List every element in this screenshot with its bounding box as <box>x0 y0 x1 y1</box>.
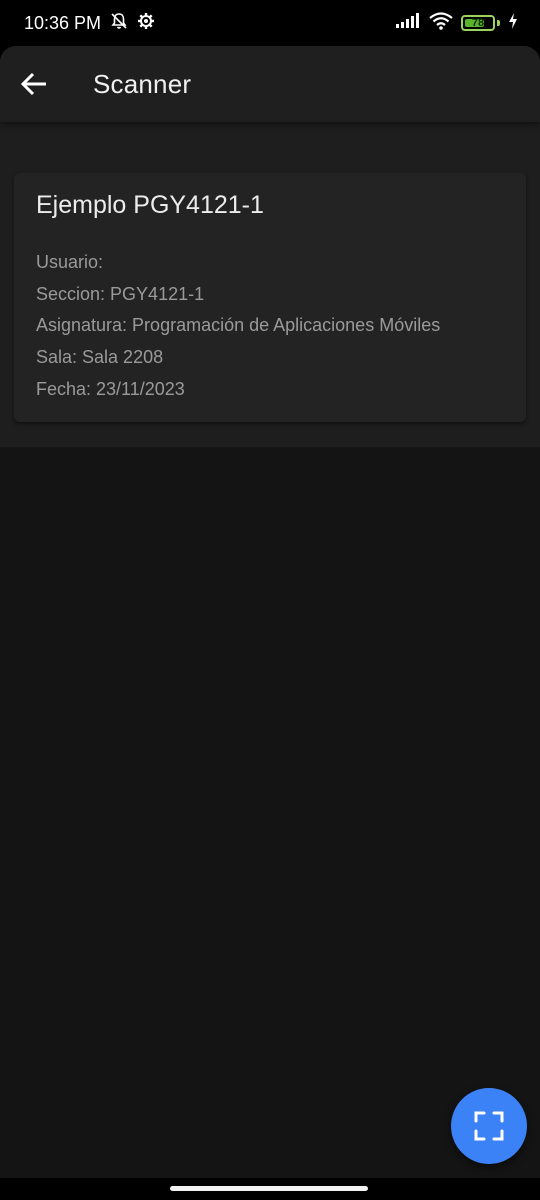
charging-bolt-icon <box>508 12 518 34</box>
battery-icon: 78 <box>461 15 495 31</box>
status-bar: 10:36 PM 78 <box>0 0 540 46</box>
status-time: 10:36 PM <box>24 12 102 33</box>
settings-gear-icon <box>137 12 155 35</box>
usuario-text: Usuario: <box>36 252 104 272</box>
wifi-icon <box>429 11 453 35</box>
sala-text: Sala: Sala 2208 <box>36 347 164 368</box>
signal-icon <box>395 12 421 34</box>
home-indicator[interactable] <box>170 1186 368 1191</box>
content-area: Ejemplo PGY4121-1 Usuario: Seccion: PGY4… <box>0 122 540 447</box>
toolbar: Scanner <box>0 46 540 122</box>
navigation-bar <box>0 1178 540 1200</box>
page-title: Scanner <box>93 68 192 99</box>
status-left: 10:36 PM <box>24 11 155 36</box>
status-right: 78 <box>395 11 518 35</box>
card-title: Ejemplo PGY4121-1 <box>36 191 264 219</box>
battery-level: 78 <box>471 17 485 29</box>
mute-bell-icon <box>109 11 129 36</box>
scan-icon <box>474 1111 504 1141</box>
back-button[interactable] <box>18 68 50 100</box>
battery-tip <box>497 20 500 26</box>
scan-button[interactable] <box>451 1088 527 1164</box>
fecha-text: Fecha: 23/11/2023 <box>36 378 185 399</box>
asignatura-text: Asignatura: Programación de Aplicaciones… <box>36 315 441 336</box>
app-screen: Scanner Ejemplo PGY4121-1 Usuario: Secci… <box>0 46 540 1178</box>
class-card: Ejemplo PGY4121-1 Usuario: Seccion: PGY4… <box>14 173 526 422</box>
seccion-text: Seccion: PGY4121-1 <box>36 283 205 304</box>
arrow-left-icon <box>20 72 46 96</box>
